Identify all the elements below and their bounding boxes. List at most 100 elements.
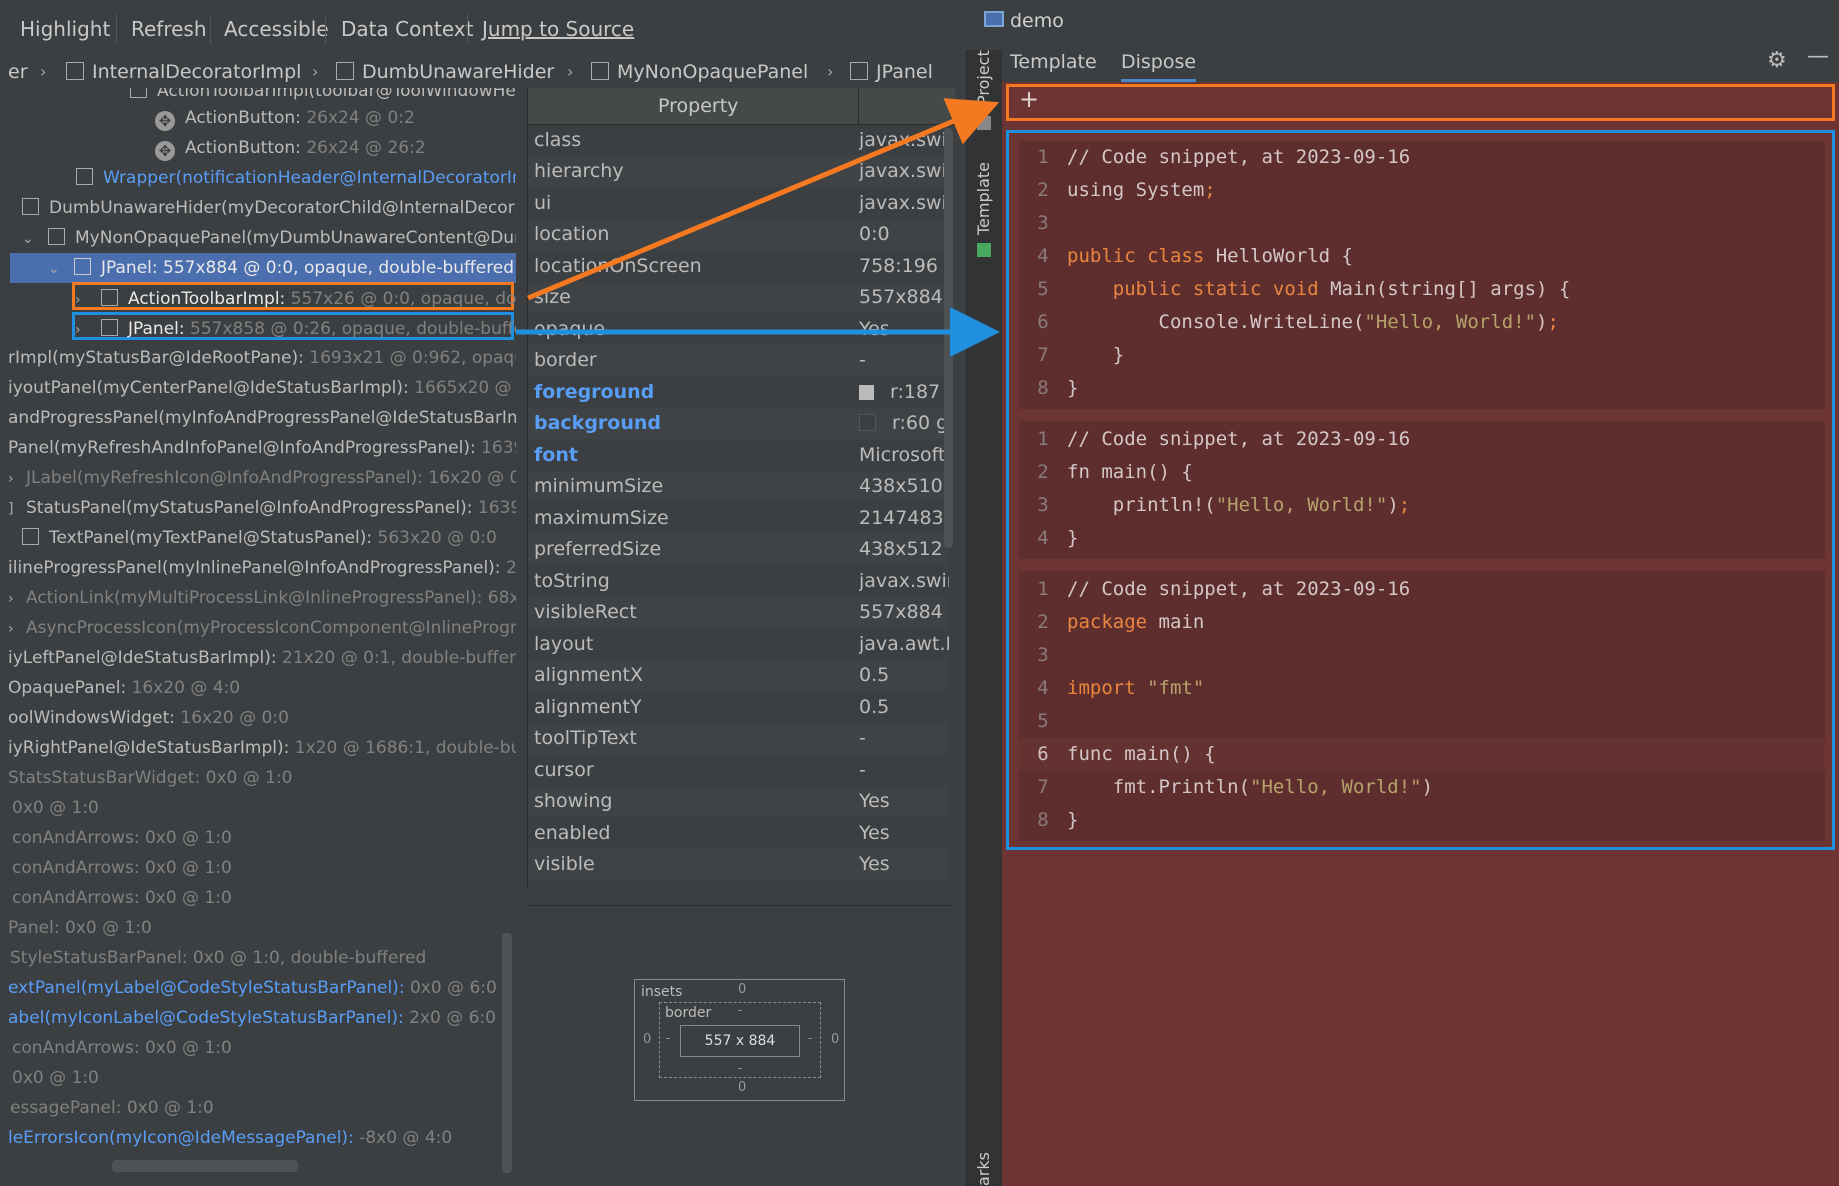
- tree-row[interactable]: › ActionLink(myMultiProcessLink@InlinePro…: [8, 583, 516, 613]
- tree-row[interactable]: essagePanel: 0x0 @ 1:0: [10, 1093, 214, 1123]
- tree-row[interactable]: leErrorsIcon(myIcon@IdeMessagePanel): -8…: [8, 1123, 452, 1153]
- tree-row[interactable]: conAndArrows: 0x0 @ 1:0: [12, 1033, 232, 1063]
- tree-row-highlighted-orange[interactable]: › ActionToolbarImpl: 557x26 @ 0:0, opaque…: [72, 282, 516, 310]
- tree-row[interactable]: DumbUnawareHider(myDecoratorChild@Intern…: [22, 193, 516, 223]
- tree-row[interactable]: iyRightPanel@IdeStatusBarImpl): 1x20 @ 1…: [8, 733, 516, 763]
- tree-row[interactable]: abel(myIconLabel@CodeStyleStatusBarPanel…: [8, 1003, 496, 1033]
- tree-row[interactable]: OpaquePanel: 16x20 @ 4:0: [8, 673, 240, 703]
- property-row[interactable]: maximumSize 2147483(: [528, 503, 949, 534]
- tab-template[interactable]: Template: [1010, 42, 1097, 82]
- tree-row[interactable]: › AsyncProcessIcon(myProcessIconComponent…: [8, 613, 516, 643]
- property-row[interactable]: alignmentY 0.5: [528, 692, 948, 723]
- tree-row-selected[interactable]: ⌄ JPanel: 557x884 @ 0:0, opaque, double-b…: [10, 253, 516, 283]
- breadcrumb-item[interactable]: InternalDecoratorImpl: [66, 58, 301, 86]
- gear-icon[interactable]: ⚙: [1767, 48, 1787, 73]
- tree-row[interactable]: ilineProgressPanel(myInlinePanel@InfoAnd…: [8, 553, 516, 583]
- accessible-button[interactable]: Accessible: [224, 14, 329, 44]
- tool-window-strip: Project Template arks: [966, 50, 1003, 1186]
- tree-row[interactable]: extPanel(myLabel@CodeStyleStatusBarPanel…: [8, 973, 497, 1003]
- chevron-down-icon[interactable]: ⌄: [48, 254, 62, 284]
- tree-row[interactable]: ✥ ActionButton: 26x24 @ 26:2: [155, 133, 426, 163]
- breadcrumb-item[interactable]: JPanel: [850, 58, 933, 86]
- tree-row[interactable]: TextPanel(myTextPanel@StatusPanel): 563x…: [22, 523, 497, 553]
- tree-row[interactable]: conAndArrows: 0x0 @ 1:0: [12, 883, 232, 913]
- chevron-right-icon[interactable]: ›: [8, 584, 22, 614]
- tree-row[interactable]: 0x0 @ 1:0: [12, 1063, 99, 1093]
- tree-row[interactable]: 0x0 @ 1:0: [12, 793, 99, 823]
- property-row[interactable]: visible Yes: [528, 849, 948, 880]
- chevron-right-icon[interactable]: ›: [8, 614, 22, 644]
- highlight-button[interactable]: Highlight: [20, 14, 110, 44]
- property-row[interactable]: enabled Yes: [528, 818, 948, 849]
- tree-row[interactable]: iyLeftPanel@IdeStatusBarImpl): 21x20 @ 0…: [8, 643, 516, 673]
- tree-row-highlighted-blue[interactable]: › JPanel: 557x858 @ 0:26, opaque, double-…: [72, 312, 516, 340]
- property-row[interactable]: preferredSize 438x512: [528, 534, 948, 565]
- breadcrumb-item[interactable]: MyNonOpaquePanel: [591, 58, 808, 86]
- tree-row[interactable]: › JLabel(myRefreshIcon@InfoAndProgressPan…: [8, 463, 516, 493]
- tree-row[interactable]: StatsStatusBarWidget: 0x0 @ 1:0: [8, 763, 293, 793]
- property-row[interactable]: border -: [528, 345, 948, 376]
- tree-row[interactable]: ] StatusPanel(myStatusPanel@InfoAndProgre…: [8, 493, 516, 523]
- breadcrumb-item[interactable]: er: [8, 58, 28, 86]
- minimize-icon[interactable]: —: [1807, 44, 1829, 69]
- add-snippet-bar[interactable]: +: [1006, 84, 1835, 121]
- snippet-card[interactable]: 1 // Code snippet, at 2023-09-16 2 fn main…: [1019, 421, 1825, 559]
- bookmarks-tab[interactable]: arks: [974, 1152, 993, 1186]
- property-row[interactable]: visibleRect 557x884: [528, 597, 948, 628]
- component-tree[interactable]: ActionToolbarImpl(toolbar@ToolWindowHead…: [0, 88, 516, 1176]
- property-row[interactable]: minimumSize 438x510: [528, 471, 948, 502]
- tree-row-meta: 68x17 @ 2: [487, 588, 516, 608]
- tree-row[interactable]: ⌄ MyNonOpaquePanel(myDumbUnawareContent@D…: [22, 223, 516, 253]
- property-row[interactable]: showing Yes: [528, 786, 948, 817]
- chevron-right-icon[interactable]: ›: [75, 286, 89, 314]
- tree-row[interactable]: conAndArrows: 0x0 @ 1:0: [12, 823, 232, 853]
- snippet-card[interactable]: 1 // Code snippet, at 2023-09-16 2 using S…: [1019, 141, 1825, 409]
- property-row[interactable]: size 557x884: [528, 282, 948, 313]
- property-value: javax.swir: [859, 160, 949, 182]
- property-row[interactable]: locationOnScreen 758:196: [528, 251, 948, 282]
- chevron-right-icon[interactable]: ]: [8, 494, 22, 524]
- tree-row[interactable]: oolWindowsWidget: 16x20 @ 0:0: [8, 703, 289, 733]
- property-row[interactable]: opaque Yes: [528, 314, 948, 345]
- tree-row[interactable]: Panel(myRefreshAndInfoPanel@InfoAndProgr…: [8, 433, 516, 463]
- snippet-card[interactable]: 1 // Code snippet, at 2023-09-16 2 package…: [1019, 571, 1825, 841]
- tree-row[interactable]: andProgressPanel(myInfoAndProgressPanel@…: [8, 403, 516, 433]
- property-row[interactable]: toString javax.swir: [528, 566, 949, 597]
- tree-row[interactable]: conAndArrows: 0x0 @ 1:0: [12, 853, 232, 883]
- tree-vertical-scrollbar[interactable]: [502, 933, 512, 1173]
- chevron-right-icon[interactable]: ›: [75, 316, 89, 344]
- project-tab[interactable]: Project: [974, 50, 993, 105]
- chevron-down-icon[interactable]: ⌄: [22, 224, 36, 254]
- property-row[interactable]: ui javax.swir: [528, 188, 949, 219]
- template-tab[interactable]: Template: [974, 162, 993, 235]
- property-row[interactable]: hierarchy javax.swir: [528, 156, 949, 187]
- tree-row[interactable]: Panel: 0x0 @ 1:0: [8, 913, 152, 943]
- property-row[interactable]: alignmentX 0.5: [528, 660, 948, 691]
- breadcrumb-item[interactable]: DumbUnawareHider: [336, 58, 554, 86]
- property-row[interactable]: foreground r:187 (: [528, 377, 949, 408]
- tree-row[interactable]: StyleStatusBarPanel: 0x0 @ 1:0, double-b…: [10, 943, 426, 973]
- line-number: 3: [1037, 644, 1049, 666]
- tab-dispose[interactable]: Dispose: [1121, 42, 1197, 82]
- property-row[interactable]: background r:60 g: [528, 408, 948, 439]
- add-icon[interactable]: +: [1019, 85, 1039, 113]
- chevron-right-icon[interactable]: ›: [8, 464, 22, 494]
- property-table-scrollbar[interactable]: [944, 128, 953, 548]
- code-text: public static void Main(string[] args) {: [1112, 278, 1571, 300]
- property-row[interactable]: location 0:0: [528, 219, 948, 250]
- refresh-button[interactable]: Refresh: [131, 14, 207, 44]
- tree-row-label: StatsStatusBarWidget:: [8, 768, 201, 788]
- tree-row[interactable]: rImpl(myStatusBar@IdeRootPane): 1693x21 …: [8, 343, 516, 373]
- tree-row[interactable]: ✥ ActionButton: 26x24 @ 0:2: [155, 103, 415, 133]
- tree-row[interactable]: Wrapper(notificationHeader@InternalDecor…: [76, 163, 516, 193]
- property-row[interactable]: toolTipText -: [528, 723, 948, 754]
- property-row[interactable]: cursor -: [528, 755, 948, 786]
- property-row[interactable]: font Microsoft: [528, 440, 948, 471]
- jump-to-source-button[interactable]: Jump to Source: [482, 14, 634, 44]
- property-row[interactable]: layout java.awt.B: [528, 629, 949, 660]
- data-context-button[interactable]: Data Context: [341, 14, 473, 44]
- property-table[interactable]: Property class javax.swir hierarchy javax.…: [527, 88, 955, 888]
- tree-horizontal-scrollbar[interactable]: [112, 1160, 298, 1172]
- tree-row[interactable]: iyoutPanel(myCenterPanel@IdeStatusBarImp…: [8, 373, 516, 403]
- property-row[interactable]: class javax.swir: [528, 125, 949, 156]
